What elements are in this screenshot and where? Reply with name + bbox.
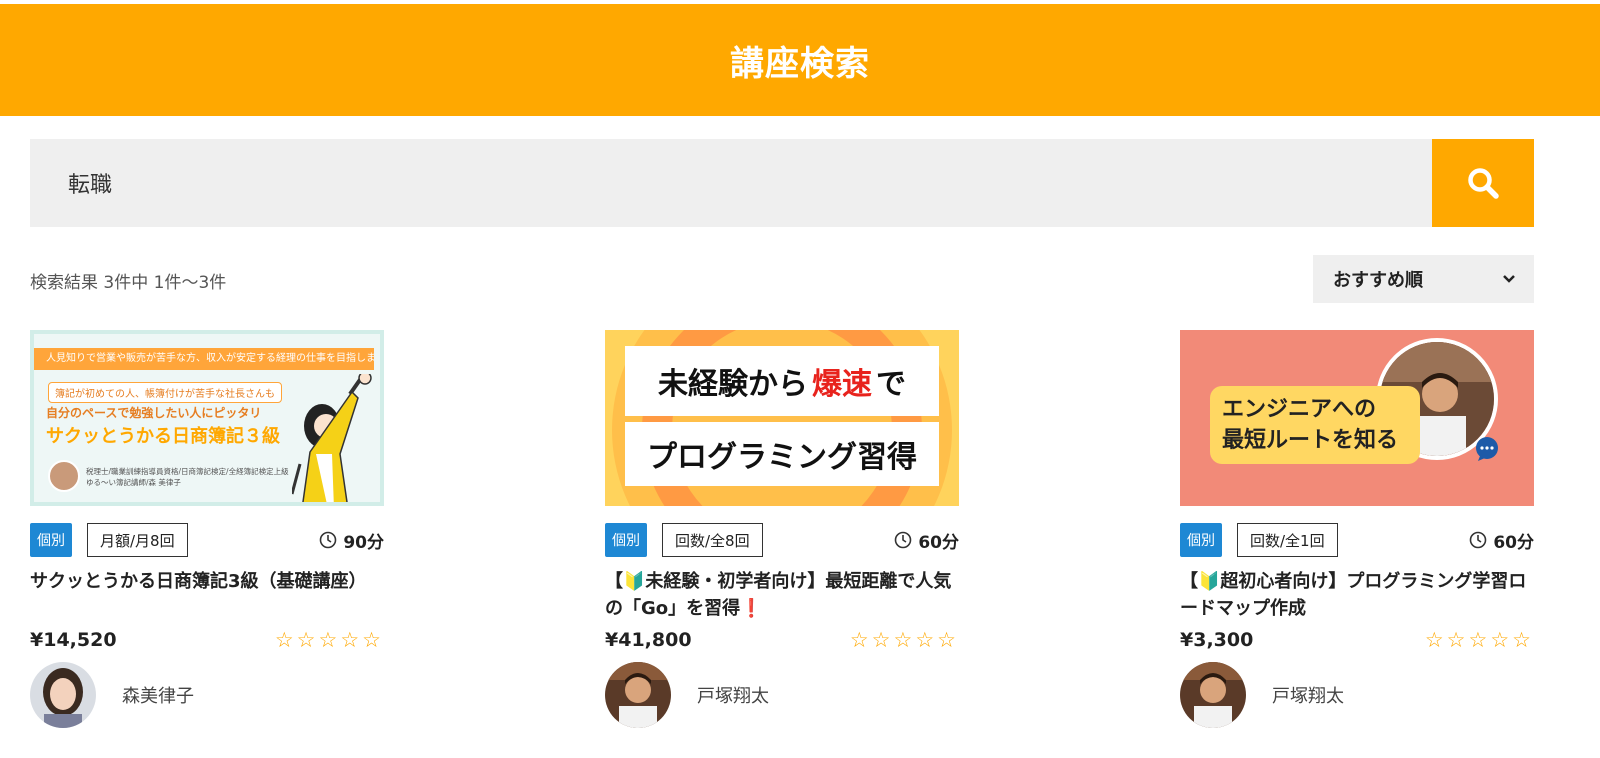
course-title[interactable]: 【🔰超初心者向け】プログラミング学習ロードマップ作成 bbox=[1180, 568, 1534, 622]
instructor[interactable]: 戸塚翔太 bbox=[605, 662, 959, 728]
course-price: ¥41,800 bbox=[605, 629, 692, 651]
thumb-title: サクッとうかる日商簿記３級 bbox=[46, 426, 280, 447]
type-badge: 個別 bbox=[1180, 523, 1222, 557]
thumb-line2: プログラミング習得 bbox=[625, 422, 939, 486]
star-rating: ☆☆☆☆☆ bbox=[849, 628, 959, 652]
star-rating: ☆☆☆☆☆ bbox=[274, 628, 384, 652]
course-thumbnail[interactable]: 未経験から 爆速 で プログラミング習得 bbox=[605, 330, 959, 506]
search-button[interactable] bbox=[1432, 139, 1534, 227]
price-row: ¥14,520 ☆☆☆☆☆ bbox=[30, 628, 384, 652]
course-thumbnail[interactable]: エンジニアへの 最短ルートを知る bbox=[1180, 330, 1534, 506]
duration-text: 90分 bbox=[343, 532, 384, 553]
type-badge: 個別 bbox=[30, 523, 72, 557]
search-icon bbox=[1468, 168, 1499, 199]
woman-illustration bbox=[292, 374, 372, 502]
page-header: 講座検索 bbox=[0, 4, 1600, 116]
course-card[interactable]: 人見知りで営業や販売が苦手な方、収入が安定する経理の仕事を目指しませんか？ 簿記… bbox=[30, 330, 384, 728]
clock-icon bbox=[895, 531, 912, 549]
thumb-line1: 未経験から 爆速 で bbox=[625, 346, 939, 416]
instructor[interactable]: 戸塚翔太 bbox=[1180, 662, 1534, 728]
duration: 60分 bbox=[894, 528, 959, 553]
result-count: 検索結果 3件中 1件～3件 bbox=[30, 273, 227, 293]
thumb-pill-text: 簿記が初めての人、帳簿付けが苦手な社長さんも bbox=[48, 382, 282, 403]
avatar[interactable] bbox=[1180, 662, 1246, 728]
clock-icon bbox=[320, 531, 337, 549]
thumb-subtitle: 自分のペースで勉強したい人にピッタリ bbox=[46, 406, 262, 420]
sort-select[interactable]: おすすめ順 bbox=[1313, 255, 1534, 303]
thumb-instructor-photo bbox=[48, 460, 80, 492]
page-title: 講座検索 bbox=[730, 43, 870, 84]
plan-badge: 回数/全1回 bbox=[1237, 523, 1338, 557]
price-row: ¥3,300 ☆☆☆☆☆ bbox=[1180, 628, 1534, 652]
duration-text: 60分 bbox=[1493, 532, 1534, 553]
price-row: ¥41,800 ☆☆☆☆☆ bbox=[605, 628, 959, 652]
sort-selected-value: おすすめ順 bbox=[1333, 270, 1423, 291]
course-title[interactable]: 【🔰未経験・初学者向け】最短距離で人気の「Go」を習得❗ bbox=[605, 568, 959, 622]
course-price: ¥3,300 bbox=[1180, 629, 1254, 651]
thumb-speech-bubble: エンジニアへの 最短ルートを知る bbox=[1210, 386, 1420, 464]
course-thumbnail[interactable]: 人見知りで営業や販売が苦手な方、収入が安定する経理の仕事を目指しませんか？ 簿記… bbox=[30, 330, 384, 506]
thumb-credentials: 税理士/職業訓練指導員資格/日商簿記検定/全経簿記検定上級 ゆる～い簿記講師/森… bbox=[86, 467, 289, 487]
duration: 90分 bbox=[319, 528, 384, 553]
instructor-name[interactable]: 戸塚翔太 bbox=[697, 682, 769, 708]
type-badge: 個別 bbox=[605, 523, 647, 557]
instructor[interactable]: 森美律子 bbox=[30, 662, 384, 728]
course-title[interactable]: サクッとうかる日商簿記3級（基礎講座） bbox=[30, 568, 384, 622]
chat-icon bbox=[1476, 437, 1498, 461]
star-rating: ☆☆☆☆☆ bbox=[1424, 628, 1534, 652]
search-bar bbox=[30, 139, 1534, 227]
course-price: ¥14,520 bbox=[30, 629, 117, 651]
clock-icon bbox=[1470, 531, 1487, 549]
thumb-band-text: 人見知りで営業や販売が苦手な方、収入が安定する経理の仕事を目指しませんか？ bbox=[34, 348, 374, 370]
course-meta: 個別 月額/月8回 90分 bbox=[30, 522, 384, 558]
instructor-name[interactable]: 戸塚翔太 bbox=[1272, 682, 1344, 708]
course-card[interactable]: 未経験から 爆速 で プログラミング習得 個別 回数/全8回 60分 【🔰未経験… bbox=[605, 330, 959, 728]
chevron-down-icon bbox=[1503, 275, 1515, 283]
course-meta: 個別 回数/全1回 60分 bbox=[1180, 522, 1534, 558]
avatar[interactable] bbox=[605, 662, 671, 728]
avatar[interactable] bbox=[30, 662, 96, 728]
duration: 60分 bbox=[1469, 528, 1534, 553]
course-card[interactable]: エンジニアへの 最短ルートを知る 個別 回数/全1回 60分 【🔰超初心者向け】… bbox=[1180, 330, 1534, 728]
plan-badge: 回数/全8回 bbox=[662, 523, 763, 557]
instructor-name[interactable]: 森美律子 bbox=[122, 682, 194, 708]
search-input[interactable] bbox=[30, 139, 1432, 227]
duration-text: 60分 bbox=[918, 532, 959, 553]
course-meta: 個別 回数/全8回 60分 bbox=[605, 522, 959, 558]
plan-badge: 月額/月8回 bbox=[87, 523, 188, 557]
